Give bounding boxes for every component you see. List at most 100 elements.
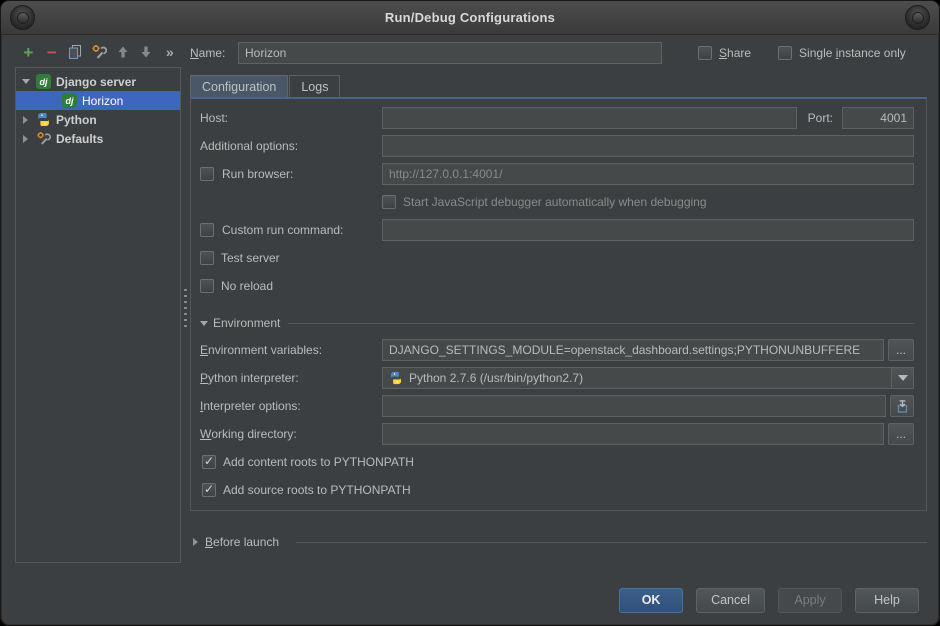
interpreter-options-input[interactable]: [382, 395, 886, 417]
environment-section-label: Environment: [213, 316, 280, 330]
environment-variables-browse-button[interactable]: ...: [888, 339, 914, 361]
dialog-body: + −: [1, 35, 939, 581]
run-debug-configurations-dialog: Run/Debug Configurations + −: [0, 0, 940, 626]
cancel-button[interactable]: Cancel: [696, 588, 765, 613]
python-interpreter-combobox[interactable]: Python 2.7.6 (/usr/bin/python2.7): [382, 367, 914, 389]
custom-run-command-input[interactable]: [382, 219, 914, 241]
python-interpreter-value: Python 2.7.6 (/usr/bin/python2.7): [409, 371, 583, 385]
tree-item-horizon[interactable]: dj Horizon: [16, 91, 180, 110]
dropdown-arrow-icon: [898, 375, 908, 381]
working-directory-label: Working directory:: [200, 427, 382, 441]
move-up-button[interactable]: [111, 41, 134, 63]
tab-logs[interactable]: Logs: [289, 75, 340, 97]
interpreter-options-row: Interpreter options:: [200, 395, 914, 417]
window-control-right-button[interactable]: [905, 5, 930, 30]
checkmark-icon: ✓: [204, 483, 214, 495]
interpreter-options-expand-button[interactable]: [890, 395, 914, 417]
copy-configuration-button[interactable]: [64, 41, 87, 63]
arrow-up-icon: [115, 44, 131, 60]
add-source-roots-label: Add source roots to PYTHONPATH: [223, 483, 411, 497]
configurations-tree: dj Django server dj Horizon: [15, 67, 181, 563]
python-interpreter-row: Python interpreter: Python 2.7.6 (/usr/b…: [200, 367, 914, 389]
configuration-tab-panel: Host: Port: Additional options: Run brow…: [190, 97, 927, 511]
before-launch-section-header[interactable]: Before launch: [190, 532, 927, 552]
working-directory-browse-button[interactable]: ...: [888, 423, 914, 445]
toolbar-overflow-button[interactable]: »: [158, 41, 181, 63]
configuration-editor: Name: Share Single instance only Configu…: [190, 39, 929, 581]
help-button[interactable]: Help: [855, 588, 919, 613]
share-checkbox[interactable]: [698, 46, 712, 60]
python-interpreter-label: Python interpreter:: [200, 371, 382, 385]
edit-defaults-button[interactable]: [88, 41, 111, 63]
dialog-title: Run/Debug Configurations: [35, 10, 905, 25]
port-input[interactable]: [842, 107, 914, 129]
checkmark-icon: ✓: [204, 455, 214, 467]
tree-item-django-server[interactable]: dj Django server: [16, 72, 180, 91]
run-browser-url-input[interactable]: [382, 163, 914, 185]
expand-field-icon: [895, 399, 910, 414]
run-browser-row: Run browser:: [200, 163, 914, 185]
arrow-down-icon: [138, 44, 154, 60]
environment-variables-input[interactable]: [382, 339, 884, 361]
section-divider: [296, 542, 927, 543]
test-server-checkbox[interactable]: [200, 251, 214, 265]
python-icon: [389, 371, 403, 385]
tree-item-label: Defaults: [56, 132, 103, 146]
environment-variables-label: Environment variables:: [200, 343, 382, 357]
python-icon: [36, 112, 51, 127]
move-down-button[interactable]: [135, 41, 158, 63]
tree-item-python[interactable]: Python: [16, 110, 180, 129]
add-icon: +: [23, 44, 33, 61]
run-browser-label: Run browser:: [222, 167, 293, 181]
test-server-label: Test server: [221, 251, 280, 265]
configurations-sidebar: + −: [15, 39, 181, 563]
additional-options-input[interactable]: [382, 135, 914, 157]
window-control-left-button[interactable]: [10, 5, 35, 30]
remove-icon: −: [47, 44, 57, 61]
no-reload-label: No reload: [221, 279, 273, 293]
wrench-gear-icon: [91, 44, 107, 60]
single-instance-label: Single instance only: [799, 46, 906, 60]
remove-configuration-button[interactable]: −: [41, 41, 64, 63]
single-instance-checkbox[interactable]: [778, 46, 792, 60]
window-control-left-icon: [17, 12, 29, 24]
section-collapsed-arrow-icon: [193, 538, 198, 546]
add-configuration-button[interactable]: +: [17, 41, 40, 63]
environment-section-header[interactable]: Environment: [200, 313, 914, 333]
share-label: Share: [719, 46, 751, 60]
custom-run-command-label: Custom run command:: [222, 223, 343, 237]
js-debugger-row: Start JavaScript debugger automatically …: [200, 191, 914, 213]
python-interpreter-dropdown-button[interactable]: [891, 368, 913, 388]
tree-item-label: Django server: [56, 75, 136, 89]
working-directory-input[interactable]: [382, 423, 884, 445]
collapsed-arrow-icon: [23, 135, 28, 143]
apply-button[interactable]: Apply: [778, 588, 842, 613]
django-icon: dj: [36, 74, 51, 89]
tab-configuration[interactable]: Configuration: [190, 75, 288, 97]
collapsed-arrow-icon: [23, 116, 28, 124]
add-source-roots-checkbox[interactable]: ✓: [202, 483, 216, 497]
run-browser-checkbox[interactable]: [200, 167, 214, 181]
section-expanded-arrow-icon: [200, 321, 208, 326]
additional-options-label: Additional options:: [200, 139, 382, 153]
name-row: Name: Share Single instance only: [190, 41, 927, 65]
title-bar: Run/Debug Configurations: [1, 1, 939, 35]
copy-icon: [67, 44, 83, 60]
editor-tabs: Configuration Logs: [190, 74, 927, 97]
port-label: Port:: [808, 111, 833, 125]
js-debugger-checkbox[interactable]: [382, 195, 396, 209]
add-content-roots-checkbox[interactable]: ✓: [202, 455, 216, 469]
ok-button[interactable]: OK: [619, 588, 683, 613]
additional-options-row: Additional options:: [200, 135, 914, 157]
panel-splitter[interactable]: [181, 39, 190, 581]
before-launch-label: Before launch: [205, 535, 279, 549]
host-row: Host: Port:: [200, 107, 914, 129]
chevron-double-right-icon: »: [166, 45, 174, 59]
splitter-grip-icon: [184, 289, 187, 331]
tree-item-defaults[interactable]: Defaults: [16, 129, 180, 148]
name-input[interactable]: [238, 42, 662, 64]
host-input[interactable]: [382, 107, 797, 129]
no-reload-checkbox[interactable]: [200, 279, 214, 293]
add-content-roots-row: ✓ Add content roots to PYTHONPATH: [202, 451, 914, 473]
custom-run-command-checkbox[interactable]: [200, 223, 214, 237]
